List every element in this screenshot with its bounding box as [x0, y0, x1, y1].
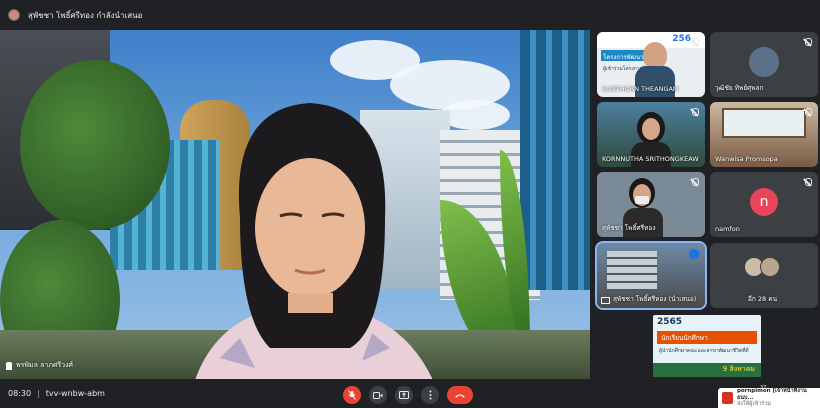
muted-mic-icon — [805, 108, 812, 116]
present-screen-icon — [601, 297, 610, 304]
chat-notification[interactable]: pornpimon [เจ้าหน้าที่งานธนบ... ส่งให้ผู… — [718, 388, 820, 408]
separator: | — [37, 389, 40, 398]
more-options-button[interactable] — [421, 386, 439, 404]
present-button[interactable] — [395, 386, 413, 404]
poster-year: 2565 — [657, 317, 683, 327]
participant-tile[interactable]: วุฒิชัย ทิพย์ศุพลก — [710, 32, 818, 97]
participant-tile[interactable]: สุพัชชา โพธิ์ศรีทอง — [597, 172, 705, 237]
tree — [20, 60, 170, 230]
notification-body: pornpimon [เจ้าหน้าที่งานธนบ... ส่งให้ผู… — [737, 388, 816, 408]
muted-mic-icon — [805, 38, 812, 46]
participant-avatar: n — [750, 187, 778, 216]
speaker-figure — [195, 103, 433, 379]
poster-thumbnail[interactable]: 2565 นักเรียนนักศึกษา ผู้นำนักศึกษาคณะแล… — [653, 315, 761, 377]
participant-face — [642, 118, 660, 140]
pin-icon — [6, 361, 12, 370]
avatar-initial: n — [759, 193, 769, 210]
notification-sender: pornpimon [เจ้าหน้าที่งานธนบ... — [736, 388, 807, 401]
participant-name: วุฒิชัย ทิพย์ศุพลก — [715, 84, 764, 92]
presenter-avatar — [8, 9, 20, 21]
participant-tile[interactable]: Wanwisa Promsopa — [710, 102, 818, 167]
participant-tile[interactable]: n namfon — [710, 172, 818, 237]
participant-tile[interactable]: 256 โครงการพัฒนา ผู้เข้าร่วมโครงการฝึกอบ… — [597, 32, 705, 97]
mic-toggle-button[interactable] — [343, 386, 361, 404]
participant-name: สุพัชชา โพธิ์ศรีทอง — [602, 224, 656, 232]
slide-year: 256 — [672, 34, 691, 44]
speaking-indicator-icon — [689, 249, 699, 259]
meeting-info: 08:30 | tvv-wnbw-abm — [8, 389, 105, 398]
muted-mic-icon — [692, 178, 699, 186]
call-controls — [343, 386, 473, 404]
notification-text: ส่งให้ผู้เข้าร่วม — [736, 401, 771, 408]
more-vert-icon — [429, 390, 431, 400]
slide-text: โครงการพัฒนา — [603, 54, 644, 61]
window — [722, 108, 806, 138]
sender-avatar — [722, 392, 733, 404]
camera-icon — [373, 391, 383, 399]
participant-tile-presenting[interactable]: สุพัชชา โพธิ์ศรีทอง (นำเสนอ) — [595, 241, 707, 310]
building — [520, 30, 590, 290]
present-icon — [399, 391, 409, 399]
main-video-stage[interactable]: พรพิมล ลาภศรีวงศ์ — [0, 30, 590, 379]
presenter-text: สุพัชชา โพธิ์ศรีทอง กำลังนำเสนอ — [28, 10, 143, 20]
mic-off-icon — [348, 390, 356, 400]
leave-call-button[interactable] — [447, 386, 473, 404]
participant-tile[interactable]: KORNNUTHA SRITHONGKEAW — [597, 102, 705, 167]
more-participants-tile[interactable]: อีก 28 คน — [710, 243, 818, 308]
face-mask — [635, 196, 649, 204]
participant-name: สุพัชชา โพธิ์ศรีทอง (นำเสนอ) — [613, 295, 697, 303]
poster-headline: นักเรียนนักศึกษา — [661, 334, 708, 342]
participant-face — [643, 42, 667, 68]
participant-name: Wanwisa Promsopa — [715, 155, 778, 163]
muted-mic-icon — [692, 38, 699, 46]
participant-avatar — [749, 46, 779, 77]
presenter-bar: สุพัชชา โพธิ์ศรีทอง กำลังนำเสนอ — [0, 0, 820, 30]
bottom-bar: 08:30 | tvv-wnbw-abm — [0, 379, 820, 408]
camera-toggle-button[interactable] — [369, 386, 387, 404]
participant-name: SUNTHORN THEANGAM — [602, 85, 679, 93]
muted-mic-icon — [805, 178, 812, 186]
clock: 08:30 — [8, 389, 32, 398]
speaker-name: พรพิมล ลาภศรีวงศ์ — [16, 361, 73, 369]
others-count: อีก 28 คน — [748, 295, 778, 303]
meeting-code: tvv-wnbw-abm — [45, 389, 105, 398]
hang-up-icon — [455, 394, 465, 397]
slide-thumbnail — [607, 251, 657, 291]
participant-avatar — [760, 257, 780, 277]
participant-name: KORNNUTHA SRITHONGKEAW — [602, 155, 699, 163]
muted-mic-icon — [692, 108, 699, 116]
speaker-name-tag: พรพิมล ลาภศรีวงศ์ — [6, 360, 73, 371]
participant-name: namfon — [715, 225, 740, 233]
poster-subtitle: ผู้นำนักศึกษาคณะและสาขาพัฒนาชีวิตที่ดี — [659, 348, 749, 354]
poster-date: 9 สิงหาคม — [722, 365, 755, 373]
